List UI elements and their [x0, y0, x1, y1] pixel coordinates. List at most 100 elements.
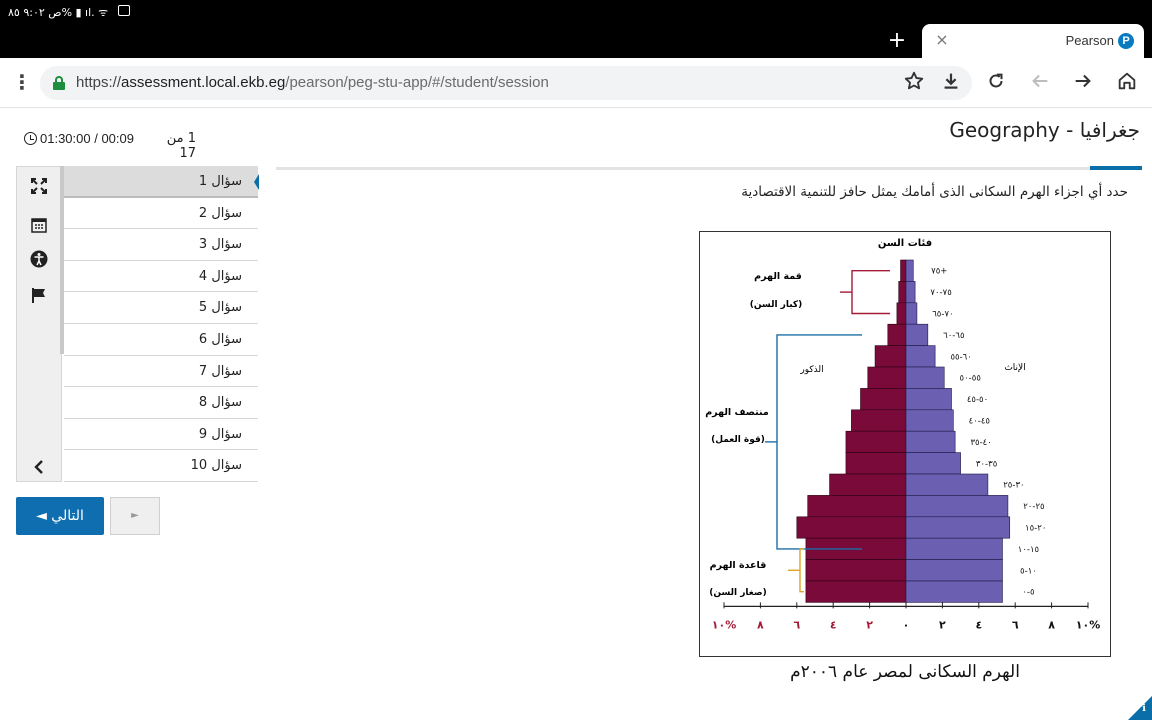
male-bar — [896, 302, 907, 325]
url-text[interactable]: https://assessment.local.ekb.eg/pearson/… — [76, 74, 549, 91]
age-group-label: ٤٥-٤٠ — [969, 417, 990, 427]
female-bar — [905, 559, 1003, 582]
url-host: assessment.local.ekb.eg — [121, 74, 286, 91]
arrow-right-icon[interactable] — [1070, 70, 1096, 96]
next-button[interactable]: التالي ◄ — [16, 497, 104, 535]
question-item-label: سؤال 6 — [198, 331, 242, 347]
base-section-bracket — [799, 548, 804, 593]
download-icon[interactable] — [938, 70, 964, 96]
previous-button[interactable]: ► — [110, 497, 160, 535]
flag-icon[interactable] — [17, 281, 61, 307]
question-item-4[interactable]: سؤال 4 — [64, 260, 258, 293]
male-bar — [805, 580, 907, 603]
question-item-9[interactable]: سؤال 9 — [64, 418, 258, 451]
question-item-label: سؤال 9 — [198, 426, 242, 442]
female-bar — [905, 580, 1003, 603]
corner-badge-icon: ℹ — [1142, 703, 1146, 714]
female-bar — [905, 323, 929, 346]
question-progress: 1 من 17 — [166, 131, 196, 161]
age-group-label: ٦٥-٦٠ — [943, 331, 964, 341]
more-vert-icon[interactable]: ⋮ — [12, 71, 32, 95]
expand-icon[interactable] — [17, 173, 61, 199]
age-group-label: ٥٠-٤٥ — [967, 395, 988, 405]
female-bar — [905, 537, 1003, 560]
question-item-label: سؤال 7 — [198, 363, 242, 379]
question-item-8[interactable]: سؤال 8 — [64, 387, 258, 419]
question-item-2[interactable]: سؤال 2 — [64, 197, 258, 230]
male-bar — [860, 388, 907, 411]
age-group-label: ٦٠-٥٥ — [950, 352, 971, 362]
female-bar — [905, 495, 1009, 518]
address-bar: ⋮ https://assessment.local.ekb.eg/pearso… — [0, 58, 1152, 108]
calendar-icon[interactable] — [17, 211, 61, 237]
x-axis-tick-label: ١٠% — [712, 618, 736, 631]
top-section-subtitle: (كبار السن) — [750, 300, 803, 310]
x-axis-tick-label: ٦ — [793, 618, 800, 631]
base-section-title: قاعدة الهرم — [710, 560, 767, 571]
question-item-label: سؤال 10 — [190, 458, 242, 474]
x-axis: ١٠% ٨ ٦ ٤ ٢ ٠ ٢ ٤ ٦ ٨ ١٠% — [712, 602, 1100, 631]
male-bar — [867, 366, 907, 389]
current-question-marker-icon — [254, 174, 262, 190]
age-group-label: ٣٠-٢٥ — [1003, 481, 1024, 491]
new-tab-button[interactable]: + — [884, 28, 910, 54]
question-item-1[interactable]: سؤال 1 — [64, 166, 259, 198]
timer-text: 01:30:00 / 00:09 — [40, 131, 134, 146]
screenshot-icon — [118, 5, 130, 16]
title-divider-accent — [1090, 166, 1142, 170]
male-bar — [807, 495, 907, 518]
female-bar — [905, 452, 961, 475]
age-group-label: ٥٥-٥٠ — [960, 374, 981, 384]
question-item-label: سؤال 4 — [198, 268, 242, 284]
female-bar — [905, 388, 952, 411]
star-icon[interactable] — [901, 70, 927, 96]
middle-section-subtitle: (قوة العمل) — [711, 435, 765, 445]
female-bar — [905, 430, 956, 453]
question-item-3[interactable]: سؤال 3 — [64, 229, 258, 261]
age-group-label: ٥-٠ — [1022, 588, 1034, 598]
figure-caption: الهرم السكانى لمصر عام ٢٠٠٦م — [790, 662, 1020, 682]
age-group-label: ١٠-٥ — [1020, 566, 1037, 576]
tool-strip — [16, 166, 62, 482]
x-axis-tick-label: ٢ — [866, 618, 873, 631]
question-item-label: سؤال 2 — [198, 205, 242, 221]
top-section-bracket — [851, 270, 890, 315]
accessibility-icon[interactable] — [17, 245, 61, 271]
male-bar — [874, 345, 907, 368]
male-bar — [829, 473, 907, 496]
clock-icon — [24, 132, 37, 145]
reload-icon[interactable] — [983, 70, 1009, 96]
tab-pearson[interactable]: × Pearson P — [922, 24, 1144, 58]
population-pyramid-chart: ٧٥+٧٥-٧٠٧٠-٦٥٦٥-٦٠٦٠-٥٥٥٥-٥٠٥٠-٤٥٤٥-٤٠٤٠… — [705, 238, 1100, 631]
female-bar — [905, 281, 916, 304]
x-axis-tick-label: ٤ — [975, 618, 982, 631]
question-text: حدد أي اجزاء الهرم السكانى الذى أمامك يم… — [741, 184, 1128, 200]
middle-section-title: منتصف الهرم — [705, 407, 769, 418]
question-item-label: سؤال 3 — [198, 237, 242, 253]
female-bars — [905, 259, 1011, 603]
base-section-subtitle: (صغار السن) — [709, 588, 766, 598]
male-bar — [805, 559, 907, 582]
age-axis-title: فئات السن — [878, 238, 932, 249]
chevron-left-icon[interactable] — [17, 453, 61, 479]
male-group-label: الذكور — [799, 365, 823, 375]
question-item-label: سؤال 1 — [198, 174, 242, 189]
question-item-6[interactable]: سؤال 6 — [64, 323, 258, 356]
title-divider — [276, 167, 1142, 170]
x-axis-tick-label: ٤ — [830, 618, 837, 631]
male-bar — [845, 452, 907, 475]
page-title: Geography - جغرافيا — [949, 118, 1140, 142]
x-axis-tick-label: ١٠% — [1076, 618, 1100, 631]
url-protocol: https:// — [76, 74, 122, 91]
x-axis-tick-label: ٨ — [1048, 618, 1055, 631]
url-field[interactable]: https://assessment.local.ekb.eg/pearson/… — [40, 66, 972, 100]
top-section-title: قمة الهرم — [754, 271, 802, 282]
female-bar — [905, 366, 945, 389]
home-icon[interactable] — [1114, 70, 1140, 96]
male-bar — [851, 409, 907, 432]
arrow-left-icon[interactable] — [1027, 70, 1053, 96]
question-item-10[interactable]: سؤال 10 — [64, 450, 258, 482]
question-item-5[interactable]: سؤال 5 — [64, 292, 258, 324]
question-item-7[interactable]: سؤال 7 — [64, 355, 258, 388]
male-bar — [887, 323, 907, 346]
